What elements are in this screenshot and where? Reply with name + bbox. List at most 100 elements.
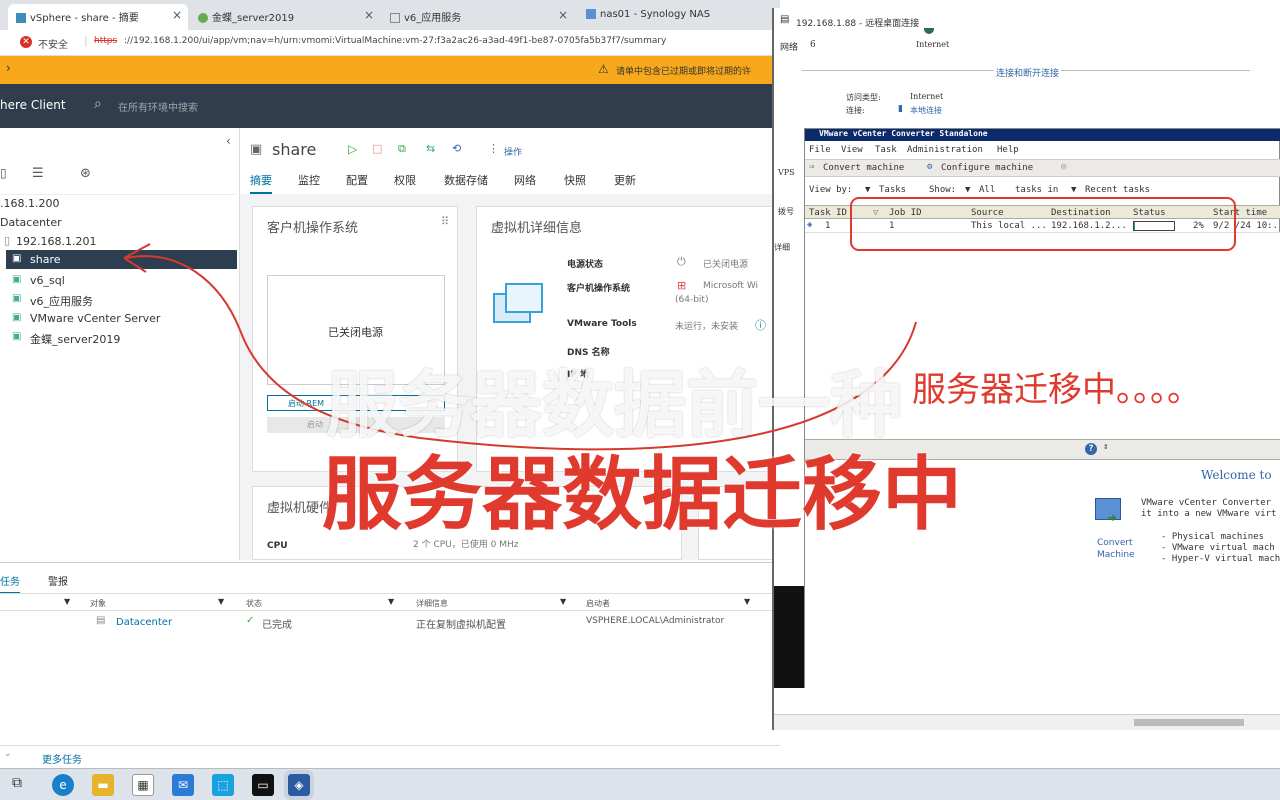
drag-handle-icon[interactable]: ⠿: [441, 215, 449, 228]
tree-datacenter[interactable]: Datacenter: [0, 216, 62, 229]
guest-os-label: 客户机操作系统: [567, 284, 631, 294]
hosts-icon[interactable]: ▯: [0, 166, 7, 180]
task-destination: 192.168.1.2...: [1051, 221, 1127, 231]
search-icon[interactable]: ⌕: [94, 96, 102, 112]
collapse-icon[interactable]: ‹: [226, 134, 231, 148]
tab-configure[interactable]: 配置: [346, 172, 368, 188]
more-tasks-link[interactable]: 更多任务: [42, 751, 82, 766]
col-details[interactable]: 详细信息: [416, 598, 448, 609]
tab-tasks[interactable]: 任务: [0, 573, 20, 594]
tree-item-share[interactable]: ▣ share: [6, 250, 237, 269]
storage-icon[interactable]: ☰: [32, 166, 44, 181]
network-icon[interactable]: ⊛: [80, 166, 91, 181]
chevron-down-icon[interactable]: ▼: [1071, 185, 1076, 195]
file-explorer-icon[interactable]: ▬: [92, 774, 114, 796]
tab-monitor[interactable]: 监控: [298, 172, 320, 188]
tab-snapshots[interactable]: 快照: [564, 172, 586, 188]
tab-updates[interactable]: 更新: [614, 172, 636, 188]
recent-select[interactable]: Recent tasks: [1085, 185, 1150, 195]
convert-machine-button[interactable]: Convert machine: [823, 163, 904, 173]
task-percent: 2%: [1193, 221, 1204, 231]
chevron-down-icon[interactable]: ⌄: [4, 749, 12, 759]
chevron-down-icon[interactable]: ▼: [865, 185, 870, 195]
chevron-right-icon[interactable]: ›: [6, 61, 11, 75]
address-bar[interactable]: ✕ 不安全 | https ://192.168.1.200/ui/app/vm…: [0, 30, 780, 56]
filter-icon[interactable]: ▼: [744, 597, 750, 606]
tree-item-v6-app[interactable]: v6_应用服务: [30, 293, 93, 309]
configure-machine-button[interactable]: Configure machine: [941, 163, 1033, 173]
table-row[interactable]: ◈ 1 1 This local ... 192.168.1.2... 2% 9…: [805, 219, 1280, 233]
connection-value[interactable]: 本地连接: [910, 105, 942, 116]
close-icon[interactable]: ×: [364, 8, 374, 22]
search-input[interactable]: 在所有环境中搜索: [118, 99, 198, 114]
tab-summary[interactable]: 摘要: [250, 172, 272, 194]
power-on-icon[interactable]: ▷: [348, 142, 357, 156]
horizontal-scrollbar[interactable]: [774, 714, 1280, 730]
convert-label[interactable]: Convert: [1097, 538, 1133, 548]
task-object-link[interactable]: Datacenter: [116, 617, 172, 628]
security-label[interactable]: 不安全: [38, 36, 68, 51]
col-initiator[interactable]: 启动者: [586, 598, 610, 609]
refresh-icon[interactable]: ◎: [1061, 162, 1066, 172]
tree-item-v6-sql[interactable]: v6_sql: [30, 274, 65, 287]
actions-menu-icon[interactable]: ⋮: [488, 142, 499, 155]
url-text[interactable]: ://192.168.1.200/ui/app/vm;nav=h/urn:vmo…: [124, 36, 666, 46]
col-task-id[interactable]: Task ID: [809, 208, 847, 218]
col-status[interactable]: 状态: [246, 598, 262, 609]
menu-view[interactable]: View: [841, 145, 863, 155]
edge-icon[interactable]: e: [52, 774, 74, 796]
view-by-select[interactable]: Tasks: [879, 185, 906, 195]
menu-help[interactable]: Help: [997, 145, 1019, 155]
table-row[interactable]: ▤ Datacenter ✓ 已完成 正在复制虚拟机配置 VSPHERE.LOC…: [0, 611, 780, 631]
snapshot-icon[interactable]: ⟲: [452, 142, 461, 155]
tree-item-kingdee[interactable]: 金蝶_server2019: [30, 331, 120, 347]
filter-icon[interactable]: ▼: [64, 597, 70, 606]
browser-tab-vsphere[interactable]: vSphere - share - 摘要 ×: [8, 4, 188, 30]
converter-taskbar-icon[interactable]: ◈: [284, 770, 314, 800]
col-job-id[interactable]: Job ID: [889, 208, 922, 218]
menu-administration[interactable]: Administration: [907, 145, 983, 155]
tab-alarms[interactable]: 警报: [48, 573, 68, 588]
tree-vcenter[interactable]: .168.1.200: [0, 197, 59, 210]
tab-permissions[interactable]: 权限: [394, 172, 416, 188]
task-view-icon[interactable]: ⧉: [12, 775, 22, 791]
filter-icon[interactable]: ▼: [218, 597, 224, 606]
terminal-icon[interactable]: ▭: [252, 774, 274, 796]
tree-item-vcenter-server[interactable]: VMware vCenter Server: [30, 312, 160, 325]
info-icon[interactable]: ⓘ: [755, 317, 766, 333]
filter-icon[interactable]: ▼: [560, 597, 566, 606]
help-icon[interactable]: ?: [1085, 443, 1097, 455]
store-icon[interactable]: ▦: [132, 774, 154, 796]
actions-button[interactable]: 操作: [504, 145, 522, 158]
close-icon[interactable]: ×: [172, 8, 182, 22]
tree-host[interactable]: 192.168.1.201: [16, 235, 96, 248]
col-destination[interactable]: Destination: [1051, 208, 1111, 218]
task-running-icon: ◈: [807, 220, 813, 230]
menu-task[interactable]: Task: [875, 145, 897, 155]
remote-desktop-icon[interactable]: ⬚: [212, 774, 234, 796]
power-off-icon: ⏻: [677, 255, 686, 268]
mail-icon[interactable]: ✉: [172, 774, 194, 796]
scroll-arrows-icon[interactable]: ⇕: [1103, 442, 1108, 452]
migrate-icon[interactable]: ⇆: [426, 142, 435, 155]
tab-networks[interactable]: 网络: [514, 172, 536, 188]
col-object[interactable]: 对象: [90, 598, 106, 609]
col-status[interactable]: Status: [1133, 208, 1166, 218]
chevron-down-icon[interactable]: ▼: [965, 185, 970, 195]
machine-label[interactable]: Machine: [1097, 550, 1135, 560]
browser-tab-v6[interactable]: v6_应用服务 ×: [382, 4, 574, 30]
convert-machine-icon[interactable]: ➜: [1095, 498, 1131, 528]
col-start-time[interactable]: Start time: [1213, 208, 1267, 218]
browser-tab-nas[interactable]: nas01 - Synology NAS: [578, 4, 748, 30]
close-icon[interactable]: ×: [558, 8, 568, 22]
col-source[interactable]: Source: [971, 208, 1004, 218]
power-off-icon[interactable]: □: [372, 142, 382, 155]
show-select[interactable]: All: [979, 185, 995, 195]
browser-tab-kingdee[interactable]: 金蝶_server2019 ×: [190, 4, 380, 30]
connect-disconnect-link[interactable]: 连接和断开连接: [994, 66, 1062, 79]
console-icon[interactable]: ⧉: [398, 142, 406, 156]
tab-datastores[interactable]: 数据存储: [444, 172, 488, 188]
filter-icon[interactable]: ▼: [388, 597, 394, 606]
menu-file[interactable]: File: [809, 145, 831, 155]
filter-icon[interactable]: ▽: [873, 208, 878, 218]
